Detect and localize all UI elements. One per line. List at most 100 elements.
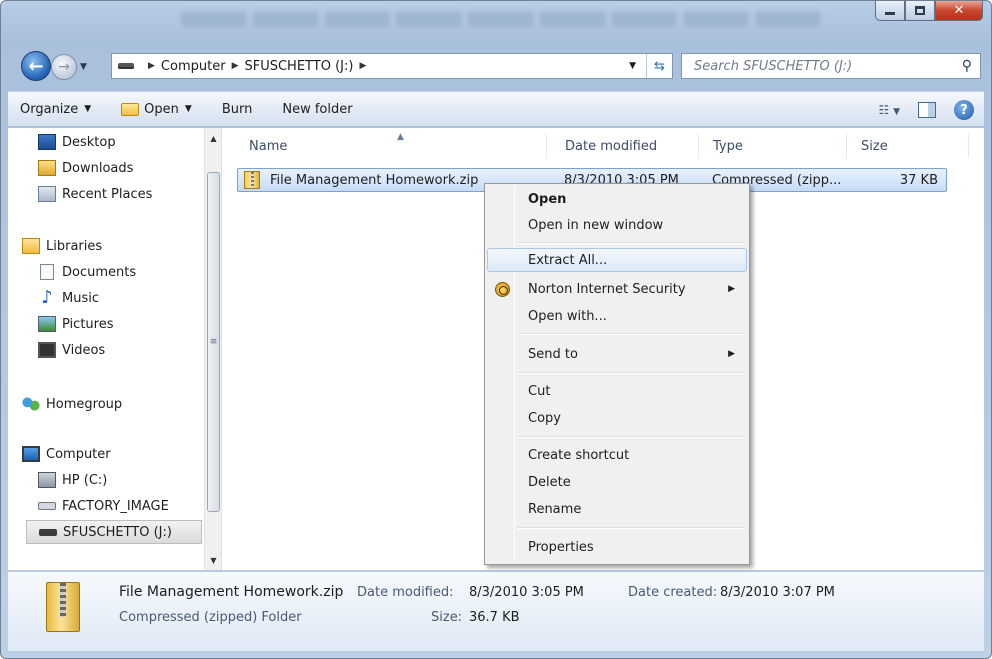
scroll-down-icon[interactable]: ▼ [205,552,221,569]
menu-item-cut[interactable]: Cut [487,379,747,403]
maximize-icon [915,6,925,15]
drive-icon [38,502,56,510]
details-file-type: Compressed (zipped) Folder [119,610,302,625]
burn-button[interactable]: Burn [222,102,253,117]
command-bar: Organize ▼ Open ▼ Burn New folder ☷ ▼ ? [8,91,984,127]
recent-places-icon [38,186,56,202]
column-header-label: Type [713,138,743,154]
scroll-up-icon[interactable]: ▲ [205,130,221,147]
back-button[interactable]: ← [21,51,51,81]
nav-item-hp-c[interactable]: HP (C:) [38,468,107,492]
submenu-arrow-icon: ▶ [728,284,735,294]
nav-item-downloads[interactable]: Downloads [38,156,133,180]
chevron-down-icon: ▼ [84,104,92,114]
menu-separator [517,527,745,529]
burn-label: Burn [221,101,253,117]
nav-item-recent-places[interactable]: Recent Places [38,182,152,206]
organize-label: Organize [20,101,79,117]
menu-item-delete[interactable]: Delete [487,470,747,494]
breadcrumb-drive[interactable]: SFUSCHETTO (J:) [244,59,353,74]
nav-item-homegroup[interactable]: Homegroup [22,392,122,416]
nav-item-libraries[interactable]: Libraries [22,234,102,258]
submenu-arrow-icon: ▶ [728,349,735,359]
menu-separator [517,372,745,374]
scrollbar-thumb[interactable]: ≡ [207,172,220,512]
nav-item-desktop[interactable]: Desktop [38,130,116,154]
zip-folder-icon [46,582,80,632]
nav-item-music[interactable]: ♪ Music [38,286,99,310]
menu-item-rename[interactable]: Rename [487,497,747,521]
menu-item-send-to[interactable]: Send to ▶ [487,342,747,366]
chevron-right-icon[interactable]: ▶ [232,61,239,71]
search-placeholder: Search SFUSCHETTO (J:) [694,58,853,74]
libraries-icon [22,238,40,254]
nav-item-pictures[interactable]: Pictures [38,312,113,336]
menu-item-open[interactable]: Open [487,187,747,211]
forward-button[interactable]: → [51,54,77,80]
menu-item-norton[interactable]: Norton Internet Security ▶ [487,277,747,301]
recent-pages-dropdown[interactable]: ▼ [80,62,87,72]
column-header-size[interactable]: Size [849,134,969,158]
refresh-icon: ⇆ [654,58,665,74]
close-button[interactable]: ✕ [935,1,983,21]
drive-icon [118,63,134,69]
nav-item-label: HP (C:) [62,472,108,488]
address-dropdown-icon[interactable]: ▼ [629,61,636,71]
nav-item-computer[interactable]: Computer [22,442,111,466]
organize-button[interactable]: Organize ▼ [20,102,91,117]
nav-item-label: Libraries [46,238,103,254]
file-name: File Management Homework.zip [270,172,479,188]
search-icon[interactable]: ⚲ [962,58,972,74]
chevron-right-icon[interactable]: ▶ [359,61,366,71]
menu-item-create-shortcut[interactable]: Create shortcut [487,443,747,467]
refresh-button[interactable]: ⇆ [646,54,672,78]
menu-item-open-new-window[interactable]: Open in new window [487,213,747,237]
details-file-name: File Management Homework.zip [119,584,344,600]
menu-item-extract-all[interactable]: Extract All... [487,248,747,272]
view-details-icon: ☷ [878,103,890,117]
open-button[interactable]: Open ▼ [121,102,192,117]
new-folder-button[interactable]: New folder [282,102,352,117]
pictures-icon [38,316,56,332]
column-header-date[interactable]: Date modified [553,134,699,158]
column-header-name[interactable]: ▲ Name [237,132,547,158]
nav-item-documents[interactable]: Documents [38,260,136,284]
close-icon: ✕ [953,3,965,18]
chevron-down-icon: ▼ [893,107,900,117]
zip-folder-icon [244,171,260,189]
nav-item-videos[interactable]: Videos [38,338,105,362]
help-button[interactable]: ? [954,100,974,120]
new-folder-label: New folder [282,101,353,117]
toolbar-right: ☷ ▼ ? [878,100,974,120]
menu-item-copy[interactable]: Copy [487,406,747,430]
menu-item-properties[interactable]: Properties [487,535,747,559]
nav-item-sfuschetto[interactable]: SFUSCHETTO (J:) [26,520,202,544]
videos-icon [38,342,56,358]
menu-item-label: Send to [528,346,578,362]
nav-item-label: Computer [46,446,111,462]
column-header-label: Name [249,138,288,154]
address-row: ← → ▼ ▶ Computer ▶ SFUSCHETTO (J:) ▶ ▼ ⇆… [1,45,991,85]
usb-drive-icon [39,528,57,536]
maximize-button[interactable] [905,1,935,21]
address-bar[interactable]: ▶ Computer ▶ SFUSCHETTO (J:) ▶ ▼ ⇆ [111,53,673,79]
chevron-right-icon[interactable]: ▶ [148,61,155,71]
caption-buttons: ✕ [875,1,983,21]
menu-item-open-with[interactable]: Open with... [487,304,747,328]
details-created-label: Date created: [628,585,718,600]
preview-pane-button[interactable] [918,102,936,118]
navigation-pane[interactable]: Desktop Downloads Recent Places Librarie… [8,128,222,570]
details-size-value: 36.7 KB [469,610,520,625]
norton-icon [495,281,510,297]
change-view-button[interactable]: ☷ ▼ [878,103,900,117]
search-input[interactable]: Search SFUSCHETTO (J:) ⚲ [681,53,981,79]
computer-icon [22,446,40,462]
column-header-type[interactable]: Type [701,134,847,158]
nav-item-factory-image[interactable]: FACTORY_IMAGE [38,494,169,518]
nav-scrollbar[interactable]: ▲ ≡ ▼ [204,128,221,570]
breadcrumb-computer[interactable]: Computer [161,59,226,74]
minimize-button[interactable] [875,1,905,21]
menu-separator [517,436,745,438]
nav-item-label: Homegroup [46,396,123,412]
music-icon: ♪ [41,287,53,308]
